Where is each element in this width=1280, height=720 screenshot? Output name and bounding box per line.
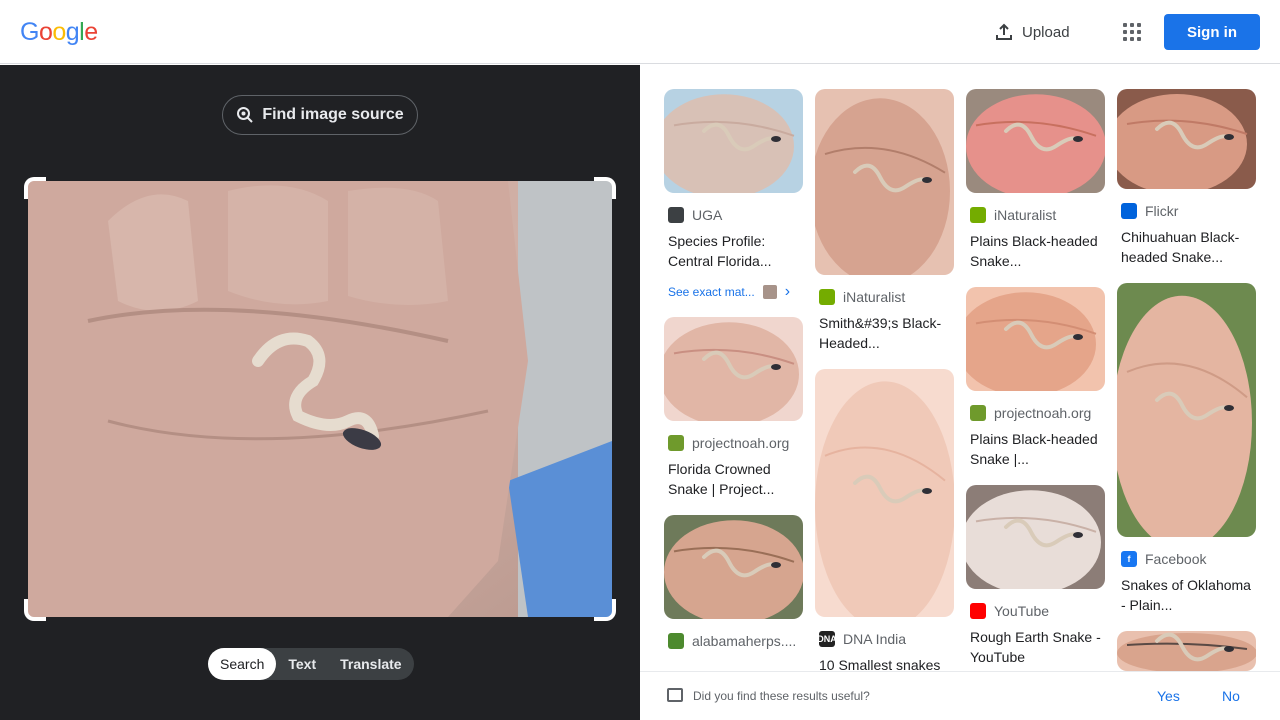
upload-label: Upload — [1022, 23, 1070, 41]
mode-translate-tab[interactable]: Translate — [328, 648, 413, 680]
results-column: UGA Species Profile: Central Florida... Se… — [664, 89, 803, 665]
result-source-name: YouTube — [994, 603, 1050, 619]
site-favicon-icon — [970, 405, 986, 421]
see-exact-matches-link[interactable]: See exact mat... › — [664, 283, 803, 301]
result-source: YouTube — [966, 603, 1105, 619]
result-thumbnail[interactable] — [664, 515, 803, 619]
result-thumbnail[interactable] — [966, 485, 1105, 589]
result-title[interactable]: Species Profile: Central Florida... — [664, 231, 803, 271]
result-source: DNA DNA India — [815, 631, 954, 647]
result-card[interactable]: DNA DNA India 10 Smallest snakes — [815, 369, 954, 671]
site-favicon-icon — [668, 207, 684, 223]
site-favicon-icon: f — [1121, 551, 1137, 567]
result-source: f Facebook — [1117, 551, 1256, 567]
find-image-source-label: Find image source — [262, 106, 404, 123]
result-source: iNaturalist — [966, 207, 1105, 223]
apps-grid-icon[interactable] — [1116, 16, 1148, 48]
feedback-no-button[interactable]: No — [1222, 688, 1240, 704]
result-card[interactable] — [1117, 631, 1256, 671]
result-thumbnail[interactable] — [966, 89, 1105, 193]
site-favicon-icon — [970, 603, 986, 619]
result-source: UGA — [664, 207, 803, 223]
crop-area[interactable] — [24, 177, 616, 621]
result-source-name: projectnoah.org — [994, 405, 1092, 421]
site-favicon-icon — [668, 633, 684, 649]
result-thumbnail[interactable] — [664, 89, 803, 193]
mode-text-tab[interactable]: Text — [276, 648, 328, 680]
site-favicon-icon: DNA — [817, 631, 837, 647]
result-card[interactable]: Flickr Chihuahuan Black-headed Snake... — [1117, 89, 1256, 267]
result-source-name: alabamaherps.... — [692, 633, 797, 649]
result-title[interactable]: Rough Earth Snake - YouTube — [966, 627, 1105, 667]
find-image-source-button[interactable]: Find image source — [222, 95, 418, 135]
result-thumbnail[interactable] — [815, 89, 954, 275]
result-source-name: Facebook — [1145, 551, 1207, 567]
result-source-name: DNA India — [843, 631, 907, 647]
site-favicon-icon — [970, 207, 986, 223]
result-source-name: Flickr — [1145, 203, 1179, 219]
result-card[interactable]: projectnoah.org Florida Crowned Snake | P… — [664, 317, 803, 499]
mode-search-tab[interactable]: Search — [208, 648, 277, 680]
result-thumbnail[interactable] — [1117, 283, 1256, 537]
site-favicon-icon — [1121, 203, 1137, 219]
feedback-question: Did you find these results useful? — [693, 689, 870, 703]
exact-match-thumbnail — [762, 285, 777, 299]
result-card[interactable]: projectnoah.org Plains Black-headed Snake… — [966, 287, 1105, 469]
result-card[interactable]: YouTube Rough Earth Snake - YouTube — [966, 485, 1105, 667]
site-favicon-icon — [668, 435, 684, 451]
result-title[interactable]: Plains Black-headed Snake |... — [966, 429, 1105, 469]
chevron-right-icon: › — [784, 283, 791, 300]
feedback-yes-button[interactable]: Yes — [1157, 688, 1180, 704]
crop-handle-bottom-right[interactable] — [594, 599, 616, 621]
result-thumbnail[interactable] — [1117, 89, 1256, 189]
query-image — [28, 181, 612, 617]
result-source: iNaturalist — [815, 289, 954, 305]
result-source: Flickr — [1117, 203, 1256, 219]
sign-in-button[interactable]: Sign in — [1164, 14, 1260, 50]
result-thumbnail[interactable] — [966, 287, 1105, 391]
result-title[interactable]: Chihuahuan Black-headed Snake... — [1117, 227, 1256, 267]
google-logo[interactable]: Google — [20, 18, 98, 47]
result-title[interactable]: 10 Smallest snakes — [815, 655, 954, 671]
feedback-bar: Did you find these results useful? Yes N… — [640, 671, 1280, 720]
result-card[interactable]: alabamaherps.... — [664, 515, 803, 649]
result-thumbnail[interactable] — [1117, 631, 1256, 671]
result-title[interactable]: Snakes of Oklahoma - Plain... — [1117, 575, 1256, 615]
result-title[interactable]: Florida Crowned Snake | Project... — [664, 459, 803, 499]
top-bar: Google Upload Sign in — [0, 0, 1280, 64]
feedback-icon — [667, 688, 683, 702]
mode-switcher: Search Text Translate — [208, 648, 414, 680]
site-favicon-icon — [819, 289, 835, 305]
results-column: iNaturalist Plains Black-headed Snake... p… — [966, 89, 1105, 671]
result-card[interactable]: iNaturalist Smith&#39;s Black-Headed... — [815, 89, 954, 353]
result-source-name: iNaturalist — [994, 207, 1057, 223]
visual-matches-grid: UGA Species Profile: Central Florida... Se… — [640, 65, 1280, 671]
result-title[interactable]: Smith&#39;s Black-Headed... — [815, 313, 954, 353]
results-column: iNaturalist Smith&#39;s Black-Headed... DN… — [815, 89, 954, 671]
result-card[interactable]: UGA Species Profile: Central Florida... Se… — [664, 89, 803, 301]
result-thumbnail[interactable] — [664, 317, 803, 421]
result-source: alabamaherps.... — [664, 633, 803, 649]
result-source: projectnoah.org — [966, 405, 1105, 421]
result-title[interactable]: Plains Black-headed Snake... — [966, 231, 1105, 271]
results-column: Flickr Chihuahuan Black-headed Snake... f F… — [1117, 89, 1256, 671]
result-source-name: UGA — [692, 207, 723, 223]
result-source-name: projectnoah.org — [692, 435, 790, 451]
crop-handle-bottom-left[interactable] — [24, 599, 46, 621]
result-source-name: iNaturalist — [843, 289, 906, 305]
result-thumbnail[interactable] — [815, 369, 954, 617]
crop-handle-top-right[interactable] — [594, 177, 616, 199]
lens-search-icon — [237, 107, 254, 123]
result-card[interactable]: iNaturalist Plains Black-headed Snake... — [966, 89, 1105, 271]
upload-icon — [996, 23, 1012, 40]
query-image-panel: Find image source Search Text Translate — [0, 65, 640, 720]
crop-handle-top-left[interactable] — [24, 177, 46, 199]
upload-button[interactable]: Upload — [984, 14, 1080, 50]
result-card[interactable]: f Facebook Snakes of Oklahoma - Plain... — [1117, 283, 1256, 615]
result-source: projectnoah.org — [664, 435, 803, 451]
